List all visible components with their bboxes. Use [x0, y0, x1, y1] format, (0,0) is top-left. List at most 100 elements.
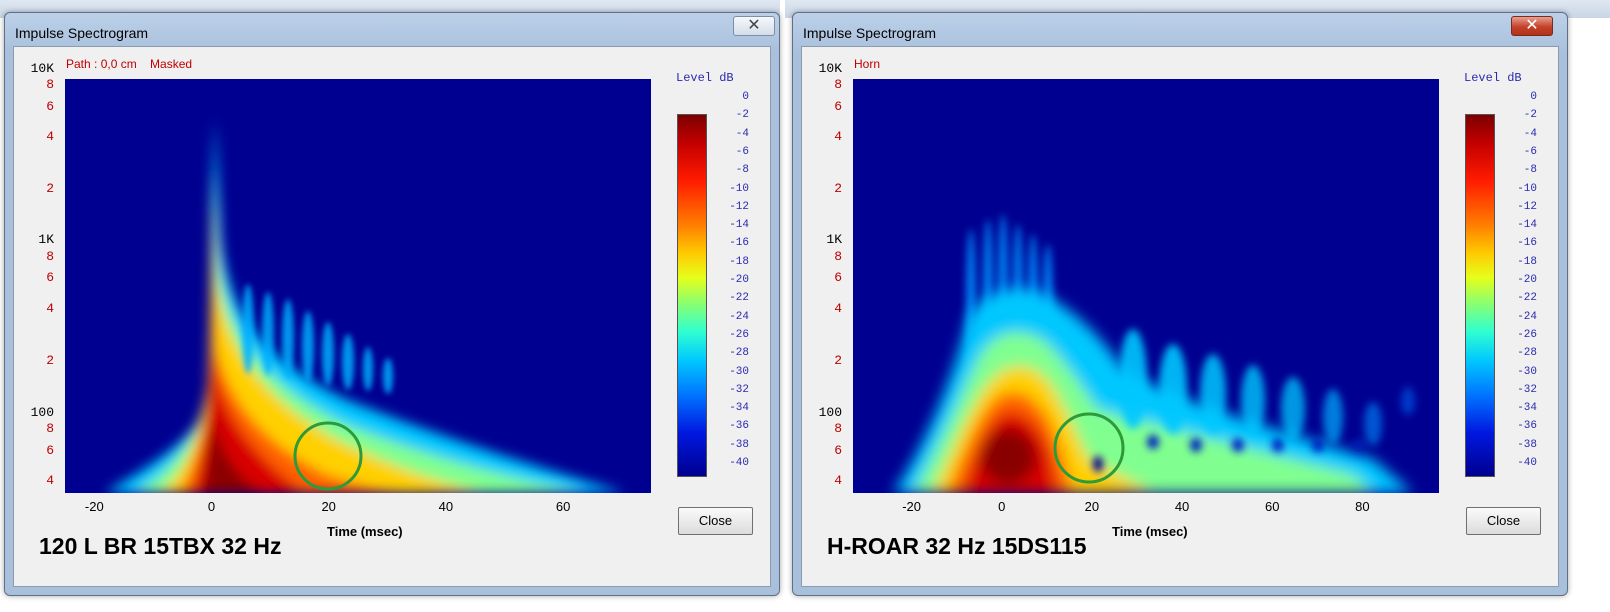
- caption-label: 120 L BR 15TBX 32 Hz: [39, 533, 282, 559]
- colorbar-tick-label: -14: [1517, 219, 1537, 232]
- y-tick-label: 4: [834, 473, 842, 488]
- colorbar-tick-label: -16: [1517, 237, 1537, 250]
- path-label: Path : 0,0 cm Masked: [66, 57, 193, 71]
- colorbar-tick-label: -38: [1517, 438, 1537, 451]
- y-tick-label: 6: [46, 99, 54, 114]
- colorbar-tick-label: -40: [729, 457, 749, 469]
- x-tick-label: -20: [902, 499, 921, 514]
- y-tick-label: 100: [818, 405, 842, 420]
- colorbar-tick-label: -24: [1517, 310, 1537, 323]
- colorbar-tick-label: -4: [1523, 127, 1537, 140]
- colorbar-tick-label: -28: [729, 347, 749, 360]
- path-label: Horn: [854, 57, 881, 71]
- colorbar-tick-label: -10: [729, 182, 749, 195]
- y-tick-label: 2: [46, 353, 54, 368]
- x-tick-label: 80: [1355, 499, 1370, 514]
- colorbar-tick-label: -22: [1517, 292, 1537, 305]
- x-tick-label: 60: [1264, 499, 1280, 514]
- spectrogram-svg: [65, 79, 651, 493]
- colorbar-tick-label: -18: [729, 255, 749, 268]
- window-title: Impulse Spectrogram: [15, 25, 149, 41]
- colorbar-tick-label: -40: [1517, 457, 1537, 469]
- colorbar-tick-label: -8: [1523, 164, 1537, 177]
- window-close-button[interactable]: ✕: [1511, 16, 1553, 36]
- y-tick-label: 6: [46, 270, 54, 285]
- caption-label: H-ROAR 32 Hz 15DS115: [827, 533, 1087, 559]
- y-tick-label: 8: [46, 421, 54, 436]
- y-tick-label: 4: [834, 129, 842, 144]
- spectrogram-plot: [853, 79, 1439, 493]
- y-tick-label: 8: [834, 77, 842, 92]
- close-button[interactable]: Close: [678, 507, 753, 535]
- x-tick-label: 20: [321, 499, 336, 514]
- colorbar-tick-label: -36: [729, 420, 749, 433]
- colorbar-tick-label: -20: [729, 274, 749, 286]
- x-tick-label: -20: [84, 499, 104, 514]
- x-tick-label: 40: [438, 499, 454, 514]
- spectrogram-svg: [853, 79, 1439, 493]
- colorbar-tick-label: -2: [1523, 109, 1537, 122]
- spectrogram-plot: [65, 79, 651, 493]
- window-close-button[interactable]: ✕: [733, 16, 775, 36]
- colorbar-tick-label: -32: [1517, 383, 1537, 396]
- y-tick-label: 2: [834, 181, 842, 196]
- colorbar-tick-label: -30: [1517, 365, 1537, 378]
- y-tick-label: 6: [834, 270, 842, 285]
- close-icon: ✕: [1525, 17, 1539, 34]
- colorbar-tick-label: -4: [735, 127, 749, 140]
- window-title: Impulse Spectrogram: [803, 25, 937, 41]
- y-tick-label: 100: [30, 405, 54, 420]
- colorbar-tick-label: -22: [729, 292, 749, 305]
- colorbar-tick-label: -30: [729, 365, 749, 378]
- x-tick-label: 0: [998, 499, 1006, 514]
- y-tick-label: 2: [834, 353, 842, 368]
- x-tick-label: 60: [555, 499, 571, 514]
- close-button[interactable]: Close: [1466, 507, 1541, 535]
- window-client-area: Path : 0,0 cm Masked 10K 8 6 4 2 1K 8 6 4 2 100 8 6 4: [13, 46, 771, 587]
- close-icon: ✕: [747, 17, 761, 34]
- y-tick-label: 8: [46, 77, 54, 92]
- colorbar-tick-label: -38: [729, 438, 749, 451]
- colorbar-tick-label: -32: [729, 383, 749, 396]
- y-tick-label: 6: [46, 443, 54, 458]
- colorbar-tick-label: -6: [1523, 145, 1537, 158]
- colorbar-tick-label: -20: [1517, 274, 1537, 286]
- y-tick-label: 6: [834, 443, 842, 458]
- colorbar-tick-label: -34: [729, 402, 749, 415]
- spectrogram-window-right: Impulse Spectrogram ✕ Horn 10K 8 6 4 2 1K 8 6 4 2…: [792, 12, 1568, 596]
- colorbar-tick-label: -10: [1517, 182, 1537, 195]
- y-tick-label: 4: [834, 301, 842, 316]
- x-tick-label: 20: [1084, 499, 1100, 514]
- colorbar-tick-label: -26: [1517, 328, 1537, 341]
- colorbar-tick-label: -12: [729, 200, 749, 213]
- window-client-area: Horn 10K 8 6 4 2 1K 8 6 4 2 100 8 6 4 -2…: [801, 46, 1559, 587]
- x-tick-label: 0: [207, 499, 216, 514]
- y-tick-label: 10K: [818, 61, 842, 76]
- y-tick-label: 1K: [826, 232, 842, 247]
- colorbar-tick-label: -36: [1517, 420, 1537, 433]
- colorbar-tick-label: -24: [729, 310, 749, 323]
- colorbar-title: Level dB: [1464, 71, 1522, 85]
- y-tick-label: 6: [834, 99, 842, 114]
- colorbar-tick-label: -26: [729, 328, 749, 341]
- level-colorbar: [677, 114, 707, 477]
- colorbar-tick-label: 0: [742, 91, 749, 103]
- x-tick-label: 40: [1174, 499, 1190, 514]
- colorbar-tick-label: -34: [1517, 402, 1537, 415]
- colorbar-tick-label: -16: [729, 237, 749, 250]
- level-colorbar: [1465, 114, 1495, 477]
- colorbar-tick-label: -18: [1517, 255, 1537, 268]
- y-tick-label: 8: [46, 249, 54, 264]
- colorbar-title: Level dB: [676, 71, 734, 85]
- y-tick-label: 1K: [38, 232, 54, 247]
- y-tick-label: 2: [46, 181, 54, 196]
- x-axis-label: Time (msec): [1112, 524, 1188, 539]
- y-tick-label: 8: [834, 249, 842, 264]
- y-tick-label: 10K: [30, 61, 54, 76]
- colorbar-tick-label: -8: [735, 164, 749, 177]
- y-tick-label: 4: [46, 129, 54, 144]
- colorbar-tick-label: -2: [735, 109, 749, 122]
- colorbar-tick-label: -12: [1517, 200, 1537, 213]
- spectrogram-window-left: Impulse Spectrogram ✕ Path : 0,0 cm Mask…: [4, 12, 780, 596]
- y-tick-label: 4: [46, 301, 54, 316]
